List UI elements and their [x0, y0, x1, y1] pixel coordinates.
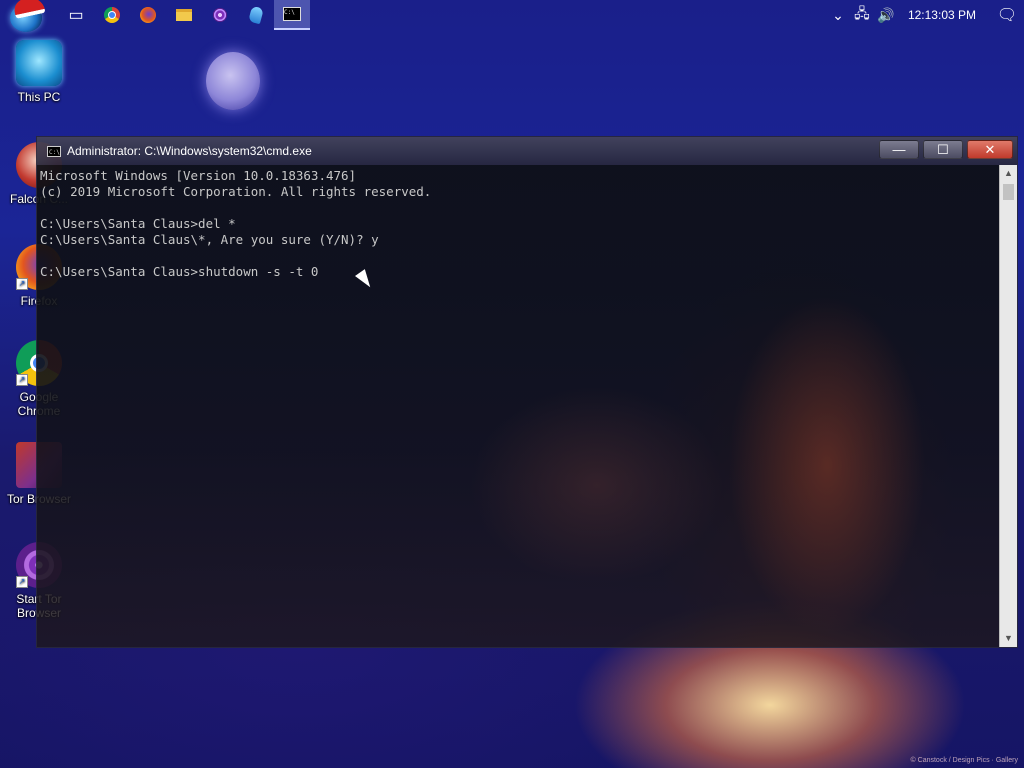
cmd-titlebar[interactable]: C:\ Administrator: C:\Windows\system32\c… — [37, 137, 1017, 165]
falcon-taskbar-icon[interactable] — [238, 0, 274, 30]
scrollbar-thumb[interactable] — [1003, 184, 1014, 200]
cmd-window: C:\ Administrator: C:\Windows\system32\c… — [36, 136, 1018, 648]
taskbar: ▭ C:\ ⌄ 🖧 🔊 12:13:03 PM 🗨 — [0, 0, 1024, 32]
cmd-taskbar-icon[interactable]: C:\ — [274, 0, 310, 30]
task-view-icon[interactable]: ▭ — [58, 0, 94, 30]
cmd-console[interactable]: Microsoft Windows [Version 10.0.18363.47… — [37, 165, 999, 647]
cmd-app-icon[interactable]: C:\ — [47, 145, 61, 157]
firefox-taskbar-icon[interactable] — [130, 0, 166, 30]
scroll-down-icon[interactable]: ▼ — [1000, 630, 1017, 647]
chrome-taskbar-icon[interactable] — [94, 0, 130, 30]
desktop-icon-label: This PC — [17, 90, 61, 104]
wallpaper-moon — [206, 52, 260, 110]
desktop-icon-this-pc[interactable]: This PC — [0, 40, 78, 104]
network-icon[interactable]: 🖧 — [850, 3, 874, 27]
this-pc-icon — [16, 40, 62, 86]
cmd-window-title: Administrator: C:\Windows\system32\cmd.e… — [67, 144, 312, 158]
window-controls: — ☐ ✕ — [879, 140, 1013, 159]
close-button[interactable]: ✕ — [967, 140, 1013, 159]
vertical-scrollbar[interactable]: ▲ ▼ — [999, 165, 1017, 647]
file-explorer-taskbar-icon[interactable] — [166, 0, 202, 30]
volume-icon[interactable]: 🔊 — [874, 7, 898, 24]
shortcut-arrow-icon: ↗ — [16, 278, 28, 290]
chevron-up-icon[interactable]: ⌄ — [826, 7, 850, 24]
maximize-button[interactable]: ☐ — [923, 140, 963, 159]
console-output: Microsoft Windows [Version 10.0.18363.47… — [40, 168, 432, 279]
action-center-icon[interactable]: 🗨 — [990, 5, 1024, 25]
taskbar-apps: ▭ C:\ — [58, 0, 310, 30]
start-button[interactable] — [6, 0, 46, 32]
system-tray: ⌄ 🖧 🔊 12:13:03 PM 🗨 — [826, 0, 1024, 30]
wallpaper-credit: © Canstock / Design Pics · Gallery — [910, 757, 1018, 764]
shortcut-arrow-icon: ↗ — [16, 374, 28, 386]
tor-taskbar-icon[interactable] — [202, 0, 238, 30]
taskbar-clock[interactable]: 12:13:03 PM — [908, 8, 976, 22]
scroll-up-icon[interactable]: ▲ — [1000, 165, 1017, 182]
minimize-button[interactable]: — — [879, 140, 919, 159]
shortcut-arrow-icon: ↗ — [16, 576, 28, 588]
